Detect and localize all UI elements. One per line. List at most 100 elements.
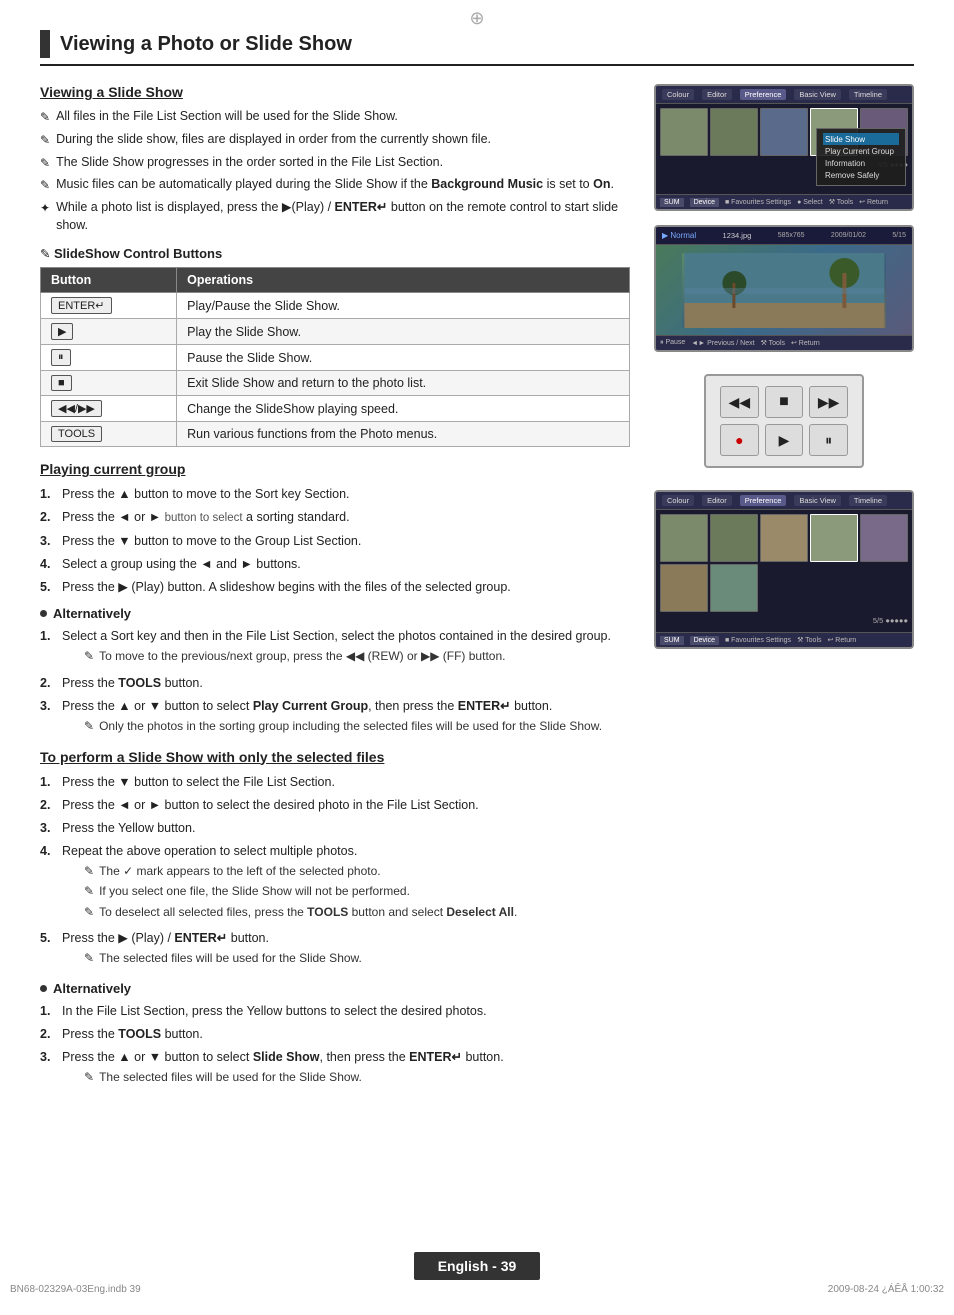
step-1: 1. Press the ▲ button to move to the Sor… bbox=[40, 485, 630, 503]
sub-note-icon-4a: ✎ bbox=[84, 863, 94, 880]
tv-resolution: 585x765 bbox=[778, 232, 805, 239]
sel-step-text-2: Press the ◄ or ► button to select the de… bbox=[62, 796, 479, 814]
page-title-bar: Viewing a Photo or Slide Show bbox=[40, 30, 914, 66]
tv-screenshot-3: Colour Editor Preference Basic View Time… bbox=[654, 490, 914, 649]
sub-note-text-5: The selected files will be used for the … bbox=[99, 950, 362, 967]
sub-note-icon-1: ✎ bbox=[84, 648, 94, 665]
footer-meta: BN68-02329A-03Eng.indb 39 2009-08-24 ¿ÁÊ… bbox=[0, 1284, 954, 1295]
alt-step-num-3: 3. bbox=[40, 697, 56, 715]
remote-btn-pause[interactable]: ⏸ bbox=[809, 424, 848, 456]
menu-item-slideshow: Slide Show bbox=[823, 133, 899, 145]
remote-btn-play[interactable]: ▶ bbox=[765, 424, 804, 456]
tv-photo-image bbox=[682, 253, 887, 328]
note-icon-2: ✎ bbox=[40, 132, 50, 149]
sel-step-3: 3. Press the Yellow button. bbox=[40, 819, 630, 837]
thumb-1 bbox=[660, 108, 708, 156]
alt-step-text-1: Select a Sort key and then in the File L… bbox=[62, 629, 611, 643]
alt2-step-num-2: 2. bbox=[40, 1025, 56, 1043]
tv-menu-overlay: Slide Show Play Current Group Informatio… bbox=[816, 128, 906, 186]
remote-btn-rew[interactable]: ◀◀ bbox=[720, 386, 759, 418]
alt-step-text-2: Press the TOOLS button. bbox=[62, 674, 203, 692]
tv-content-1: 4/5 ●●●● Slide Show Play Current Group I… bbox=[656, 104, 912, 194]
footer-left-text: BN68-02329A-03Eng.indb 39 bbox=[10, 1284, 141, 1295]
table-cell-btn: ■ bbox=[41, 371, 177, 396]
remote-btn-stop[interactable]: ■ bbox=[765, 386, 804, 418]
sel-step-4: 4. Repeat the above operation to select … bbox=[40, 842, 630, 924]
alt-steps-1: 1. Select a Sort key and then in the Fil… bbox=[40, 627, 630, 738]
sub-note-text-alt2-3: The selected files will be used for the … bbox=[99, 1069, 362, 1086]
sub-note-text-1: To move to the previous/next group, pres… bbox=[99, 648, 505, 665]
alt-sub-note-3: ✎ Only the photos in the sorting group i… bbox=[84, 718, 602, 735]
table-body: ENTER↵ Play/Pause the Slide Show. ▶ Play… bbox=[41, 293, 630, 447]
alt-heading-1: Alternatively bbox=[40, 606, 630, 621]
sel-sub-note-4b: ✎ If you select one file, the Slide Show… bbox=[84, 883, 517, 900]
table-col2-header: Operations bbox=[177, 268, 630, 293]
table-cell-op: Play/Pause the Slide Show. bbox=[177, 293, 630, 319]
btn-enter: ENTER↵ bbox=[51, 297, 112, 314]
sub-note-text-3: Only the photos in the sorting group inc… bbox=[99, 718, 602, 735]
footer-right-text: 2009-08-24 ¿ÁÊÅ 1:00:32 bbox=[828, 1284, 944, 1295]
table-cell-op: Pause the Slide Show. bbox=[177, 345, 630, 371]
btn-play: ▶ bbox=[51, 323, 73, 340]
sel-step-num-1: 1. bbox=[40, 773, 56, 791]
sel-step-5: 5. Press the ▶ (Play) / ENTER↵ button. ✎… bbox=[40, 929, 630, 971]
tv-top-bar-3: Colour Editor Preference Basic View Time… bbox=[656, 492, 912, 510]
note-icon-3: ✎ bbox=[40, 155, 50, 172]
table-cell-btn: ⏸ bbox=[41, 345, 177, 371]
tv-tab3-colour: Colour bbox=[662, 495, 694, 506]
tv-bottom-bar-2: ⏸ Pause ◄► Previous / Next ⚒ Tools ↩ Ret… bbox=[656, 335, 912, 350]
table-row: ◀◀/▶▶ Change the SlideShow playing speed… bbox=[41, 396, 630, 422]
photo-grid-3 bbox=[660, 514, 908, 612]
tv-normal-label: ▶ Normal bbox=[662, 231, 696, 240]
bullet-icon-1 bbox=[40, 610, 47, 617]
sel-step-text-3: Press the Yellow button. bbox=[62, 819, 195, 837]
note-text-1: All files in the File List Section will … bbox=[56, 108, 398, 126]
step-text-1: Press the ▲ button to move to the Sort k… bbox=[62, 485, 350, 503]
tv-btn-return-2: ↩ Return bbox=[791, 339, 820, 347]
table-row: ENTER↵ Play/Pause the Slide Show. bbox=[41, 293, 630, 319]
remote-btn-rec[interactable]: ● bbox=[720, 424, 759, 456]
alt2-step-num-1: 1. bbox=[40, 1002, 56, 1020]
selected-files-steps: 1. Press the ▼ button to select the File… bbox=[40, 773, 630, 971]
tv-page-num: 5/15 bbox=[892, 232, 906, 239]
sel-sub-note-4a: ✎ The ✓ mark appears to the left of the … bbox=[84, 863, 517, 880]
alt2-step-text-2: Press the TOOLS button. bbox=[62, 1025, 203, 1043]
note-item-2: ✎ During the slide show, files are displ… bbox=[40, 131, 630, 149]
step-5: 5. Press the ▶ (Play) button. A slidesho… bbox=[40, 578, 630, 596]
remote-btn-ff[interactable]: ▶▶ bbox=[809, 386, 848, 418]
table-cell-btn: ENTER↵ bbox=[41, 293, 177, 319]
remote-control-buttons: ◀◀ ■ ▶▶ ● ▶ ⏸ bbox=[704, 374, 864, 468]
step-4: 4. Select a group using the ◄ and ► butt… bbox=[40, 555, 630, 573]
step-text-4: Select a group using the ◄ and ► buttons… bbox=[62, 555, 301, 573]
sel-step-text-4: Repeat the above operation to select mul… bbox=[62, 844, 357, 858]
btn-pause: ⏸ bbox=[51, 349, 71, 366]
alt-step-1: 1. Select a Sort key and then in the Fil… bbox=[40, 627, 630, 669]
page-title: Viewing a Photo or Slide Show bbox=[60, 33, 352, 56]
tv-tab-preference: Preference bbox=[740, 89, 787, 100]
table-cell-btn: ▶ bbox=[41, 319, 177, 345]
table-col1-header: Button bbox=[41, 268, 177, 293]
alt2-sub-note-3: ✎ The selected files will be used for th… bbox=[84, 1069, 504, 1086]
alt2-step-1: 1. In the File List Section, press the Y… bbox=[40, 1002, 630, 1020]
alt-step-num-1: 1. bbox=[40, 627, 56, 645]
table-row: ■ Exit Slide Show and return to the phot… bbox=[41, 371, 630, 396]
sel-step-num-5: 5. bbox=[40, 929, 56, 947]
sel-step-num-3: 3. bbox=[40, 819, 56, 837]
alt2-steps: 1. In the File List Section, press the Y… bbox=[40, 1002, 630, 1090]
note-text-3: The Slide Show progresses in the order s… bbox=[56, 154, 443, 172]
note-item-1: ✎ All files in the File List Section wil… bbox=[40, 108, 630, 126]
tv-date: 2009/01/02 bbox=[831, 232, 866, 239]
menu-item-play-group: Play Current Group bbox=[823, 145, 899, 157]
left-column: Viewing a Slide Show ✎ All files in the … bbox=[40, 84, 630, 1099]
step-num-5: 5. bbox=[40, 578, 56, 596]
sub-note-icon-4c: ✎ bbox=[84, 904, 94, 921]
thumb-3-6 bbox=[660, 564, 708, 612]
alt-step-2: 2. Press the TOOLS button. bbox=[40, 674, 630, 692]
viewing-notes-list: ✎ All files in the File List Section wil… bbox=[40, 108, 630, 234]
tv-page-info-3: 5/5 ●●●●● bbox=[660, 616, 908, 625]
table-cell-op: Change the SlideShow playing speed. bbox=[177, 396, 630, 422]
tv-btn-select: ● Select bbox=[797, 199, 823, 206]
thumb-3-7 bbox=[710, 564, 758, 612]
sub-note-text-4a: The ✓ mark appears to the left of the se… bbox=[99, 863, 381, 880]
alt2-step-num-3: 3. bbox=[40, 1048, 56, 1066]
